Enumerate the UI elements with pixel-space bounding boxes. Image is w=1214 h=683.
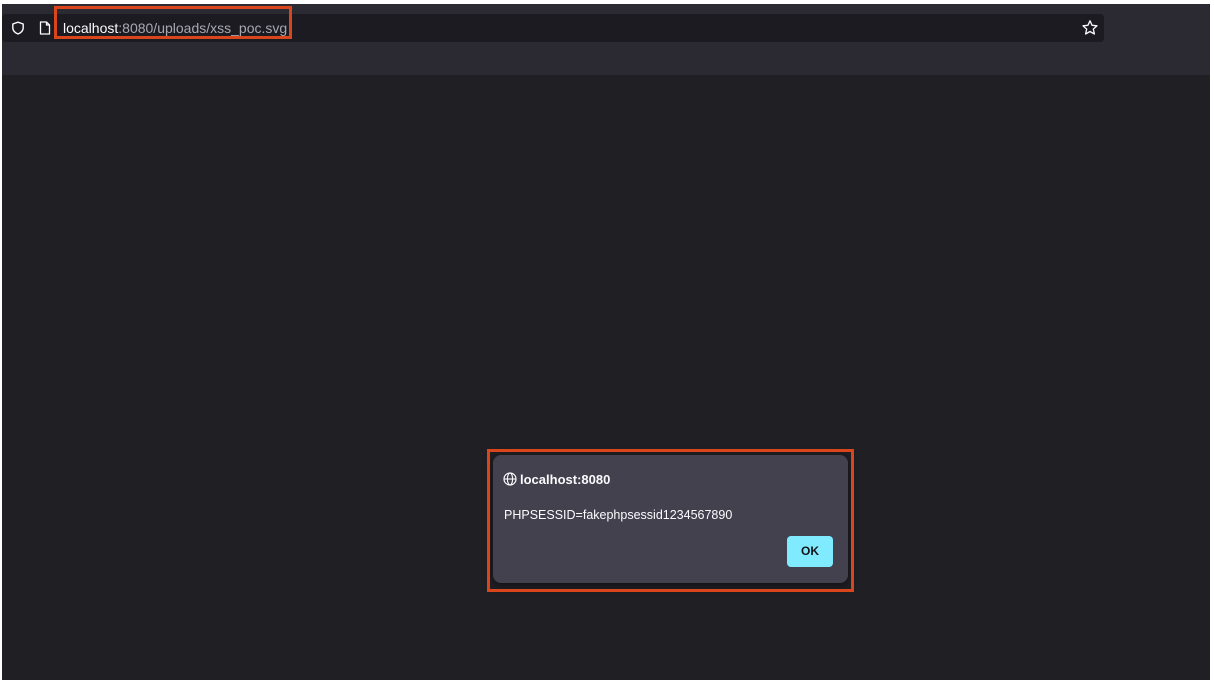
dialog-highlight-box bbox=[487, 449, 854, 592]
page-icon bbox=[39, 21, 51, 35]
shield-icon[interactable] bbox=[11, 21, 25, 35]
star-icon[interactable] bbox=[1081, 19, 1099, 37]
url-highlight-box bbox=[54, 6, 292, 39]
